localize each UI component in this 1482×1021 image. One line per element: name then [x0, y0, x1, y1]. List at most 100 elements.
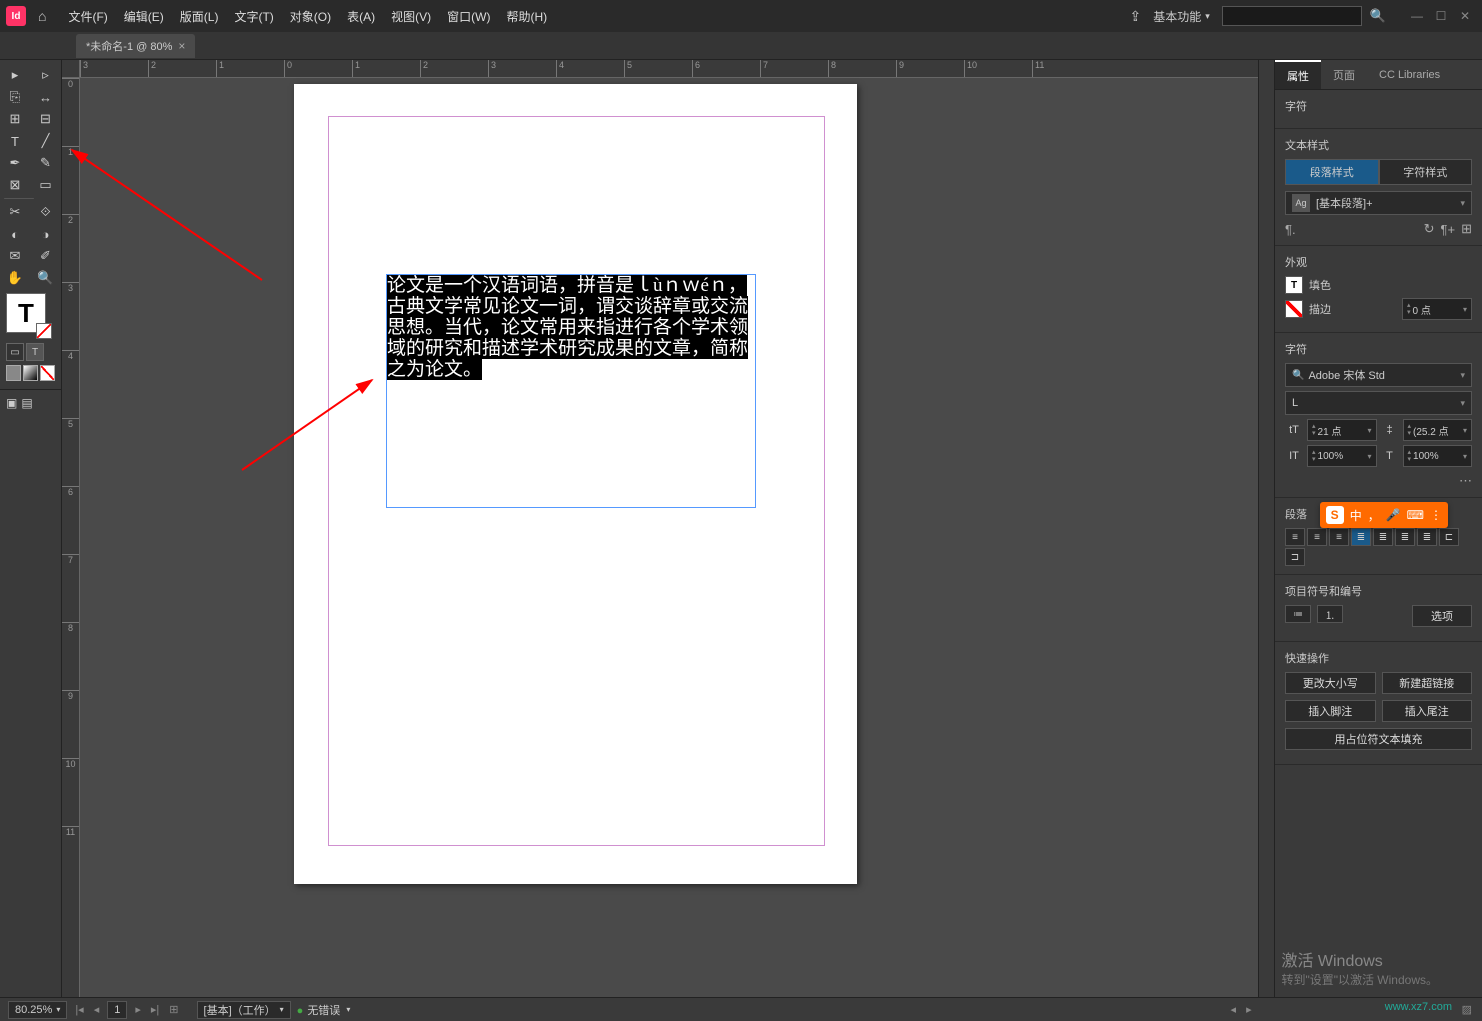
- insert-footnote-button[interactable]: 插入脚注: [1285, 700, 1376, 722]
- justify-center-button[interactable]: ≣: [1373, 528, 1393, 546]
- document-tab[interactable]: *未命名-1 @ 80% ×: [76, 34, 195, 58]
- formatting-text-icon[interactable]: T: [26, 343, 44, 361]
- normal-view-icon[interactable]: ▣: [6, 396, 17, 410]
- menu-edit[interactable]: 编辑(E): [116, 8, 172, 25]
- menu-object[interactable]: 对象(O): [282, 8, 339, 25]
- menu-window[interactable]: 窗口(W): [439, 8, 498, 25]
- free-transform-tool[interactable]: ⟐: [31, 201, 61, 223]
- prev-page-button[interactable]: ◂: [92, 1003, 102, 1016]
- eyedropper-tool[interactable]: ✐: [31, 245, 61, 267]
- resize-grip-icon[interactable]: ▨: [1460, 1003, 1474, 1016]
- next-page-button[interactable]: ▸: [133, 1003, 143, 1016]
- formatting-container-icon[interactable]: ▭: [6, 343, 24, 361]
- page-number-field[interactable]: 1: [107, 1001, 127, 1019]
- tab-cc-libraries[interactable]: CC Libraries: [1367, 60, 1452, 89]
- open-spread-button[interactable]: ⊞: [167, 1003, 180, 1016]
- scroll-right-button[interactable]: ▸: [1244, 1003, 1254, 1016]
- menu-help[interactable]: 帮助(H): [498, 8, 555, 25]
- maximize-button[interactable]: ☐: [1430, 7, 1452, 25]
- ime-keyboard-icon[interactable]: ⌨: [1407, 508, 1424, 522]
- font-size-input[interactable]: ▴▾21 点▾: [1307, 419, 1377, 441]
- preview-view-icon[interactable]: ▤: [21, 396, 32, 410]
- justify-right-button[interactable]: ≣: [1395, 528, 1415, 546]
- clear-override-icon[interactable]: ↻: [1424, 221, 1435, 237]
- apply-none-icon[interactable]: [40, 365, 55, 381]
- gradient-swatch-tool[interactable]: ◐: [0, 223, 30, 245]
- preflight-status[interactable]: 无错误: [297, 1002, 341, 1018]
- change-case-button[interactable]: 更改大小写: [1285, 672, 1376, 694]
- leading-input[interactable]: ▴▾(25.2 点▾: [1403, 419, 1473, 441]
- line-tool[interactable]: ╱: [31, 130, 61, 152]
- menu-file[interactable]: 文件(F): [60, 8, 115, 25]
- more-options-icon[interactable]: ⋯: [1459, 473, 1472, 489]
- fill-color-icon[interactable]: T: [1285, 276, 1303, 294]
- preflight-profile-field[interactable]: [基本]（工作）▾: [197, 1001, 291, 1019]
- rectangle-tool[interactable]: ▭: [31, 174, 61, 196]
- text-frame[interactable]: 论文是一个汉语词语，拼音是ｌùｎｗéｎ，古典文学常见论文一词，谓交谈辞章或交流思…: [386, 274, 756, 508]
- ime-settings-icon[interactable]: ⋮: [1430, 508, 1442, 522]
- last-page-button[interactable]: ▸|: [149, 1003, 161, 1016]
- content-placer-tool[interactable]: ⊟: [31, 108, 61, 130]
- hand-tool[interactable]: ✋: [0, 267, 30, 289]
- close-button[interactable]: ✕: [1454, 7, 1476, 25]
- paragraph-style-dropdown[interactable]: Ag [基本段落]+ ▾: [1285, 191, 1472, 215]
- scissors-tool[interactable]: ✂: [0, 201, 30, 223]
- search-icon[interactable]: 🔍: [1370, 8, 1386, 24]
- gradient-feather-tool[interactable]: ◑: [31, 223, 61, 245]
- pen-tool[interactable]: ✒: [0, 152, 30, 174]
- character-style-tab[interactable]: 字符样式: [1379, 159, 1473, 185]
- page-tool[interactable]: ⎘: [0, 86, 30, 108]
- tab-close-icon[interactable]: ×: [178, 39, 185, 53]
- align-toward-spine-button[interactable]: ⊏: [1439, 528, 1459, 546]
- tab-pages[interactable]: 页面: [1321, 60, 1367, 89]
- apply-color-icon[interactable]: [6, 365, 21, 381]
- options-button[interactable]: 选项: [1412, 605, 1472, 627]
- paragraph-style-tab[interactable]: 段落样式: [1285, 159, 1379, 185]
- new-style-icon[interactable]: ⊞: [1461, 221, 1472, 237]
- share-icon[interactable]: ⇪: [1130, 8, 1142, 25]
- menu-table[interactable]: 表(A): [339, 8, 383, 25]
- new-style-pilcrow-icon[interactable]: ¶+: [1441, 222, 1456, 237]
- stroke-swatch[interactable]: [36, 323, 52, 339]
- hscale-input[interactable]: ▴▾100%▾: [1403, 445, 1473, 467]
- ime-toolbar[interactable]: S 中 ， 🎤 ⌨ ⋮: [1320, 502, 1448, 528]
- stroke-weight-input[interactable]: ▴▾ 0 点 ▾: [1402, 298, 1472, 320]
- minimize-button[interactable]: —: [1406, 7, 1428, 25]
- zoom-level-field[interactable]: 80.25%▾: [8, 1001, 67, 1019]
- ime-lang[interactable]: 中: [1350, 507, 1362, 524]
- numbered-list-button[interactable]: ⒈: [1317, 605, 1343, 623]
- align-away-spine-button[interactable]: ⊐: [1285, 548, 1305, 566]
- selection-tool[interactable]: ▸: [0, 64, 30, 86]
- align-left-button[interactable]: ≡: [1285, 528, 1305, 546]
- align-center-button[interactable]: ≡: [1307, 528, 1327, 546]
- rectangle-frame-tool[interactable]: ⊠: [0, 174, 30, 196]
- type-tool[interactable]: T: [0, 130, 30, 152]
- stroke-color-icon[interactable]: [1285, 300, 1303, 318]
- new-hyperlink-button[interactable]: 新建超链接: [1382, 672, 1473, 694]
- vscale-input[interactable]: ▴▾100%▾: [1307, 445, 1377, 467]
- pilcrow-icon[interactable]: ¶.: [1285, 222, 1296, 237]
- insert-endnote-button[interactable]: 插入尾注: [1382, 700, 1473, 722]
- pencil-tool[interactable]: ✎: [31, 152, 61, 174]
- font-style-dropdown[interactable]: L ▾: [1285, 391, 1472, 415]
- selected-text[interactable]: 论文是一个汉语词语，拼音是ｌùｎｗéｎ，古典文学常见论文一词，谓交谈辞章或交流思…: [387, 275, 748, 380]
- ime-mic-icon[interactable]: 🎤: [1386, 508, 1401, 522]
- align-right-button[interactable]: ≡: [1329, 528, 1349, 546]
- canvas[interactable]: 32101234567891011 01234567891011 论文是一个汉语…: [62, 60, 1274, 997]
- tab-properties[interactable]: 属性: [1275, 60, 1321, 89]
- justify-all-button[interactable]: ≣: [1417, 528, 1437, 546]
- content-collector-tool[interactable]: ⊞: [0, 108, 30, 130]
- bulleted-list-button[interactable]: ≔: [1285, 605, 1311, 623]
- ruler-origin[interactable]: [62, 60, 80, 78]
- vertical-scroll-strip[interactable]: [1258, 60, 1274, 997]
- menu-layout[interactable]: 版面(L): [172, 8, 227, 25]
- search-input[interactable]: [1222, 6, 1362, 26]
- scroll-left-button[interactable]: ◂: [1229, 1003, 1239, 1016]
- page[interactable]: 论文是一个汉语词语，拼音是ｌùｎｗéｎ，古典文学常见论文一词，谓交谈辞章或交流思…: [294, 84, 857, 884]
- ime-punct-icon[interactable]: ，: [1368, 507, 1380, 524]
- justify-left-button[interactable]: ≣: [1351, 528, 1371, 546]
- zoom-tool[interactable]: 🔍: [31, 267, 61, 289]
- gap-tool[interactable]: ↔: [31, 86, 61, 108]
- direct-selection-tool[interactable]: ▹: [31, 64, 61, 86]
- font-family-dropdown[interactable]: 🔍 Adobe 宋体 Std ▾: [1285, 363, 1472, 387]
